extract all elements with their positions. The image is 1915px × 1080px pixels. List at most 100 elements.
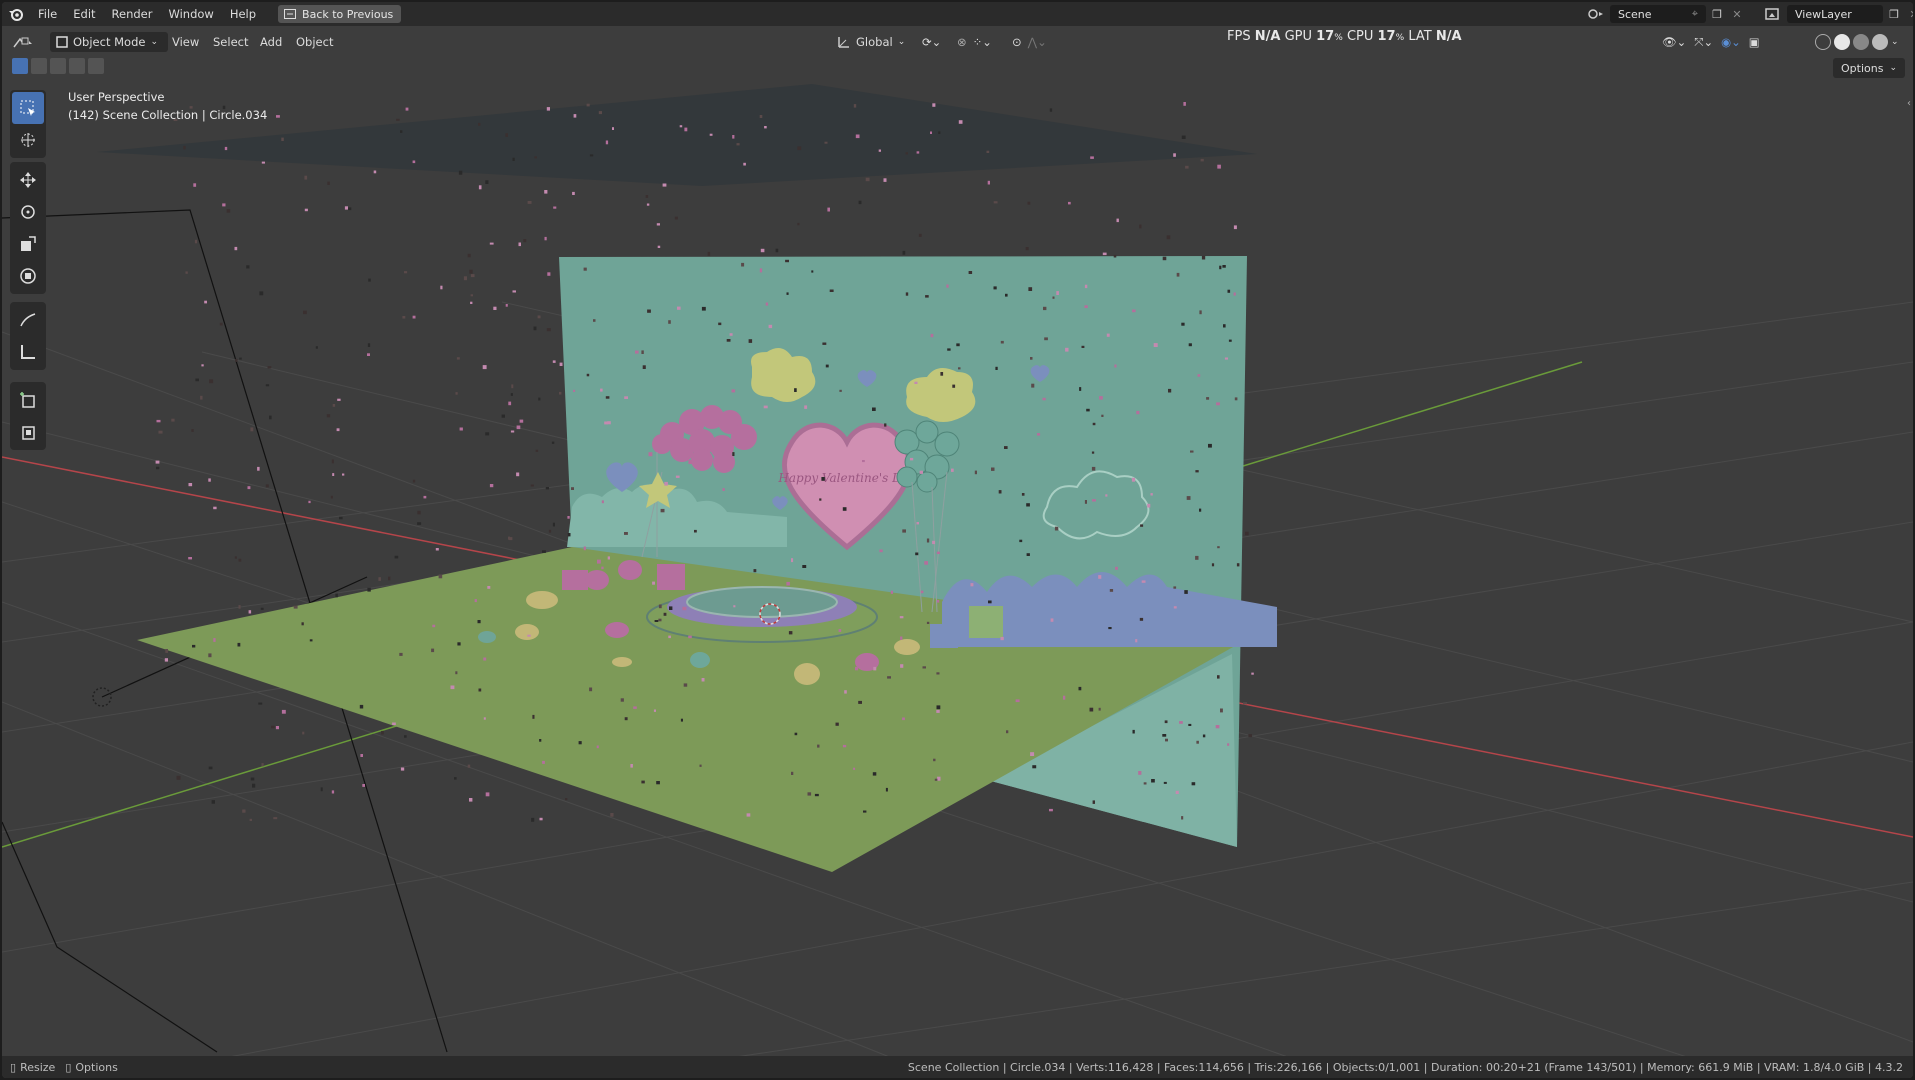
pin-icon[interactable]: ⌖ [1692,7,1698,21]
confetti-piece [624,396,628,399]
annotate-icon[interactable] [12,304,44,336]
gizmo-icon[interactable]: ⤧⌄ [1694,35,1713,50]
confetti-piece [301,622,304,626]
chevron-down-icon[interactable]: ⌄ [1891,37,1899,47]
viewport-3d[interactable]: Happy Valentine's Day [2,2,1913,1078]
confetti-piece [271,725,275,729]
confetti-piece [332,404,336,407]
blender-logo-icon[interactable] [2,2,30,26]
shading-solid-icon[interactable] [1834,34,1850,50]
new-scene-icon[interactable]: ❐ [1706,5,1728,23]
confetti-piece [239,357,242,360]
menu-edit[interactable]: Edit [65,2,103,26]
transform-orientation-dropdown[interactable]: Global ⌄ [837,32,905,52]
overlay-icon[interactable]: ◉⌄ [1721,35,1741,49]
confetti-piece [339,516,343,520]
confetti-piece [1063,695,1066,700]
menu-file[interactable]: File [30,2,65,26]
select-subtract-icon[interactable] [50,58,66,74]
shading-rendered-icon[interactable] [1872,34,1888,50]
confetti-piece [707,251,711,256]
delete-scene-icon[interactable]: ✕ [1728,5,1746,23]
back-to-previous-button[interactable]: Back to Previous [278,5,402,23]
confetti-piece [863,810,867,813]
snap-target-icon[interactable]: ⁘⌄ [973,35,992,49]
confetti-piece [544,190,548,194]
confetti-piece [1153,343,1158,347]
view-layer-icon[interactable] [1759,5,1787,23]
confetti-piece [1201,255,1206,260]
confetti-piece [601,500,604,504]
confetti-piece [412,315,416,319]
confetti-piece [1050,618,1054,622]
menu-add[interactable]: Add [260,32,282,52]
select-extend-icon[interactable] [31,58,47,74]
select-intersect-icon[interactable] [88,58,104,74]
editor-type-dropdown[interactable] [12,32,34,52]
rotate-icon[interactable] [12,196,44,228]
sidebar-toggle-icon[interactable]: ‹ [1907,98,1911,109]
transform-icon[interactable] [12,260,44,292]
confetti-piece [930,333,934,338]
confetti-piece [607,556,610,560]
new-view-layer-icon[interactable]: ❐ [1883,5,1905,23]
confetti-piece [381,730,384,735]
menu-render[interactable]: Render [104,2,161,26]
move-icon[interactable] [12,164,44,196]
confetti-piece [924,561,928,565]
menu-view[interactable]: View [172,32,199,52]
confetti-piece [827,207,830,212]
select-invert-icon[interactable] [69,58,85,74]
confetti-piece [819,498,822,501]
proportional-falloff-icon[interactable]: ⋀⌄ [1028,35,1047,49]
shading-wire-icon[interactable] [1815,34,1831,50]
confetti-piece [512,157,515,161]
confetti-piece [797,222,800,226]
menu-help[interactable]: Help [222,2,264,26]
measure-icon[interactable] [12,336,44,368]
scene-icon[interactable] [1582,5,1610,23]
confetti-piece [991,467,995,471]
confetti-piece [456,357,460,360]
xray-icon[interactable]: ▣ [1749,35,1760,49]
confetti-piece [862,460,865,463]
confetti-piece [510,393,513,396]
confetti-piece [457,642,461,646]
confetti-piece [1181,135,1186,139]
delete-view-layer-icon[interactable]: ✕ [1905,5,1913,23]
snap-toggle-icon[interactable]: ⊗ [957,35,967,49]
confetti-piece [1143,782,1147,785]
visibility-icon[interactable]: 👁⌄ [1662,35,1686,49]
menu-object[interactable]: Object [296,32,333,52]
scale-icon[interactable] [12,228,44,260]
scene-field[interactable]: Scene ⌖ [1610,5,1706,23]
select-box-icon[interactable] [12,92,44,124]
confetti-piece [1042,397,1046,401]
select-new-icon[interactable] [12,58,28,74]
proportional-icon[interactable]: ⊙ [1012,35,1022,49]
confetti-piece [470,274,475,278]
menu-window[interactable]: Window [160,2,221,26]
view-layer-field[interactable]: ViewLayer [1787,5,1883,23]
confetti-piece [1234,397,1238,401]
confetti-piece [1220,708,1223,713]
confetti-piece [567,516,570,519]
confetti-piece [729,333,733,336]
cursor-icon[interactable] [12,124,44,156]
menu-select[interactable]: Select [213,32,248,52]
confetti-piece [378,577,381,581]
options-dropdown[interactable]: Options ⌄ [1833,58,1905,78]
pivot-icon[interactable]: ⟳⌄ [922,32,941,52]
confetti-piece [1206,397,1210,400]
confetti-piece [824,141,828,144]
add-cube-icon[interactable] [12,384,44,416]
confetti-piece [1084,284,1088,289]
confetti-piece [1132,729,1135,734]
confetti-piece [226,209,231,213]
shading-material-icon[interactable] [1853,34,1869,50]
confetti-piece [535,449,539,452]
object-mode-dropdown[interactable]: Object Mode ⌄ [50,32,168,52]
confetti-piece [916,522,919,525]
confetti-piece [654,620,659,622]
add-object-icon[interactable] [12,416,44,448]
